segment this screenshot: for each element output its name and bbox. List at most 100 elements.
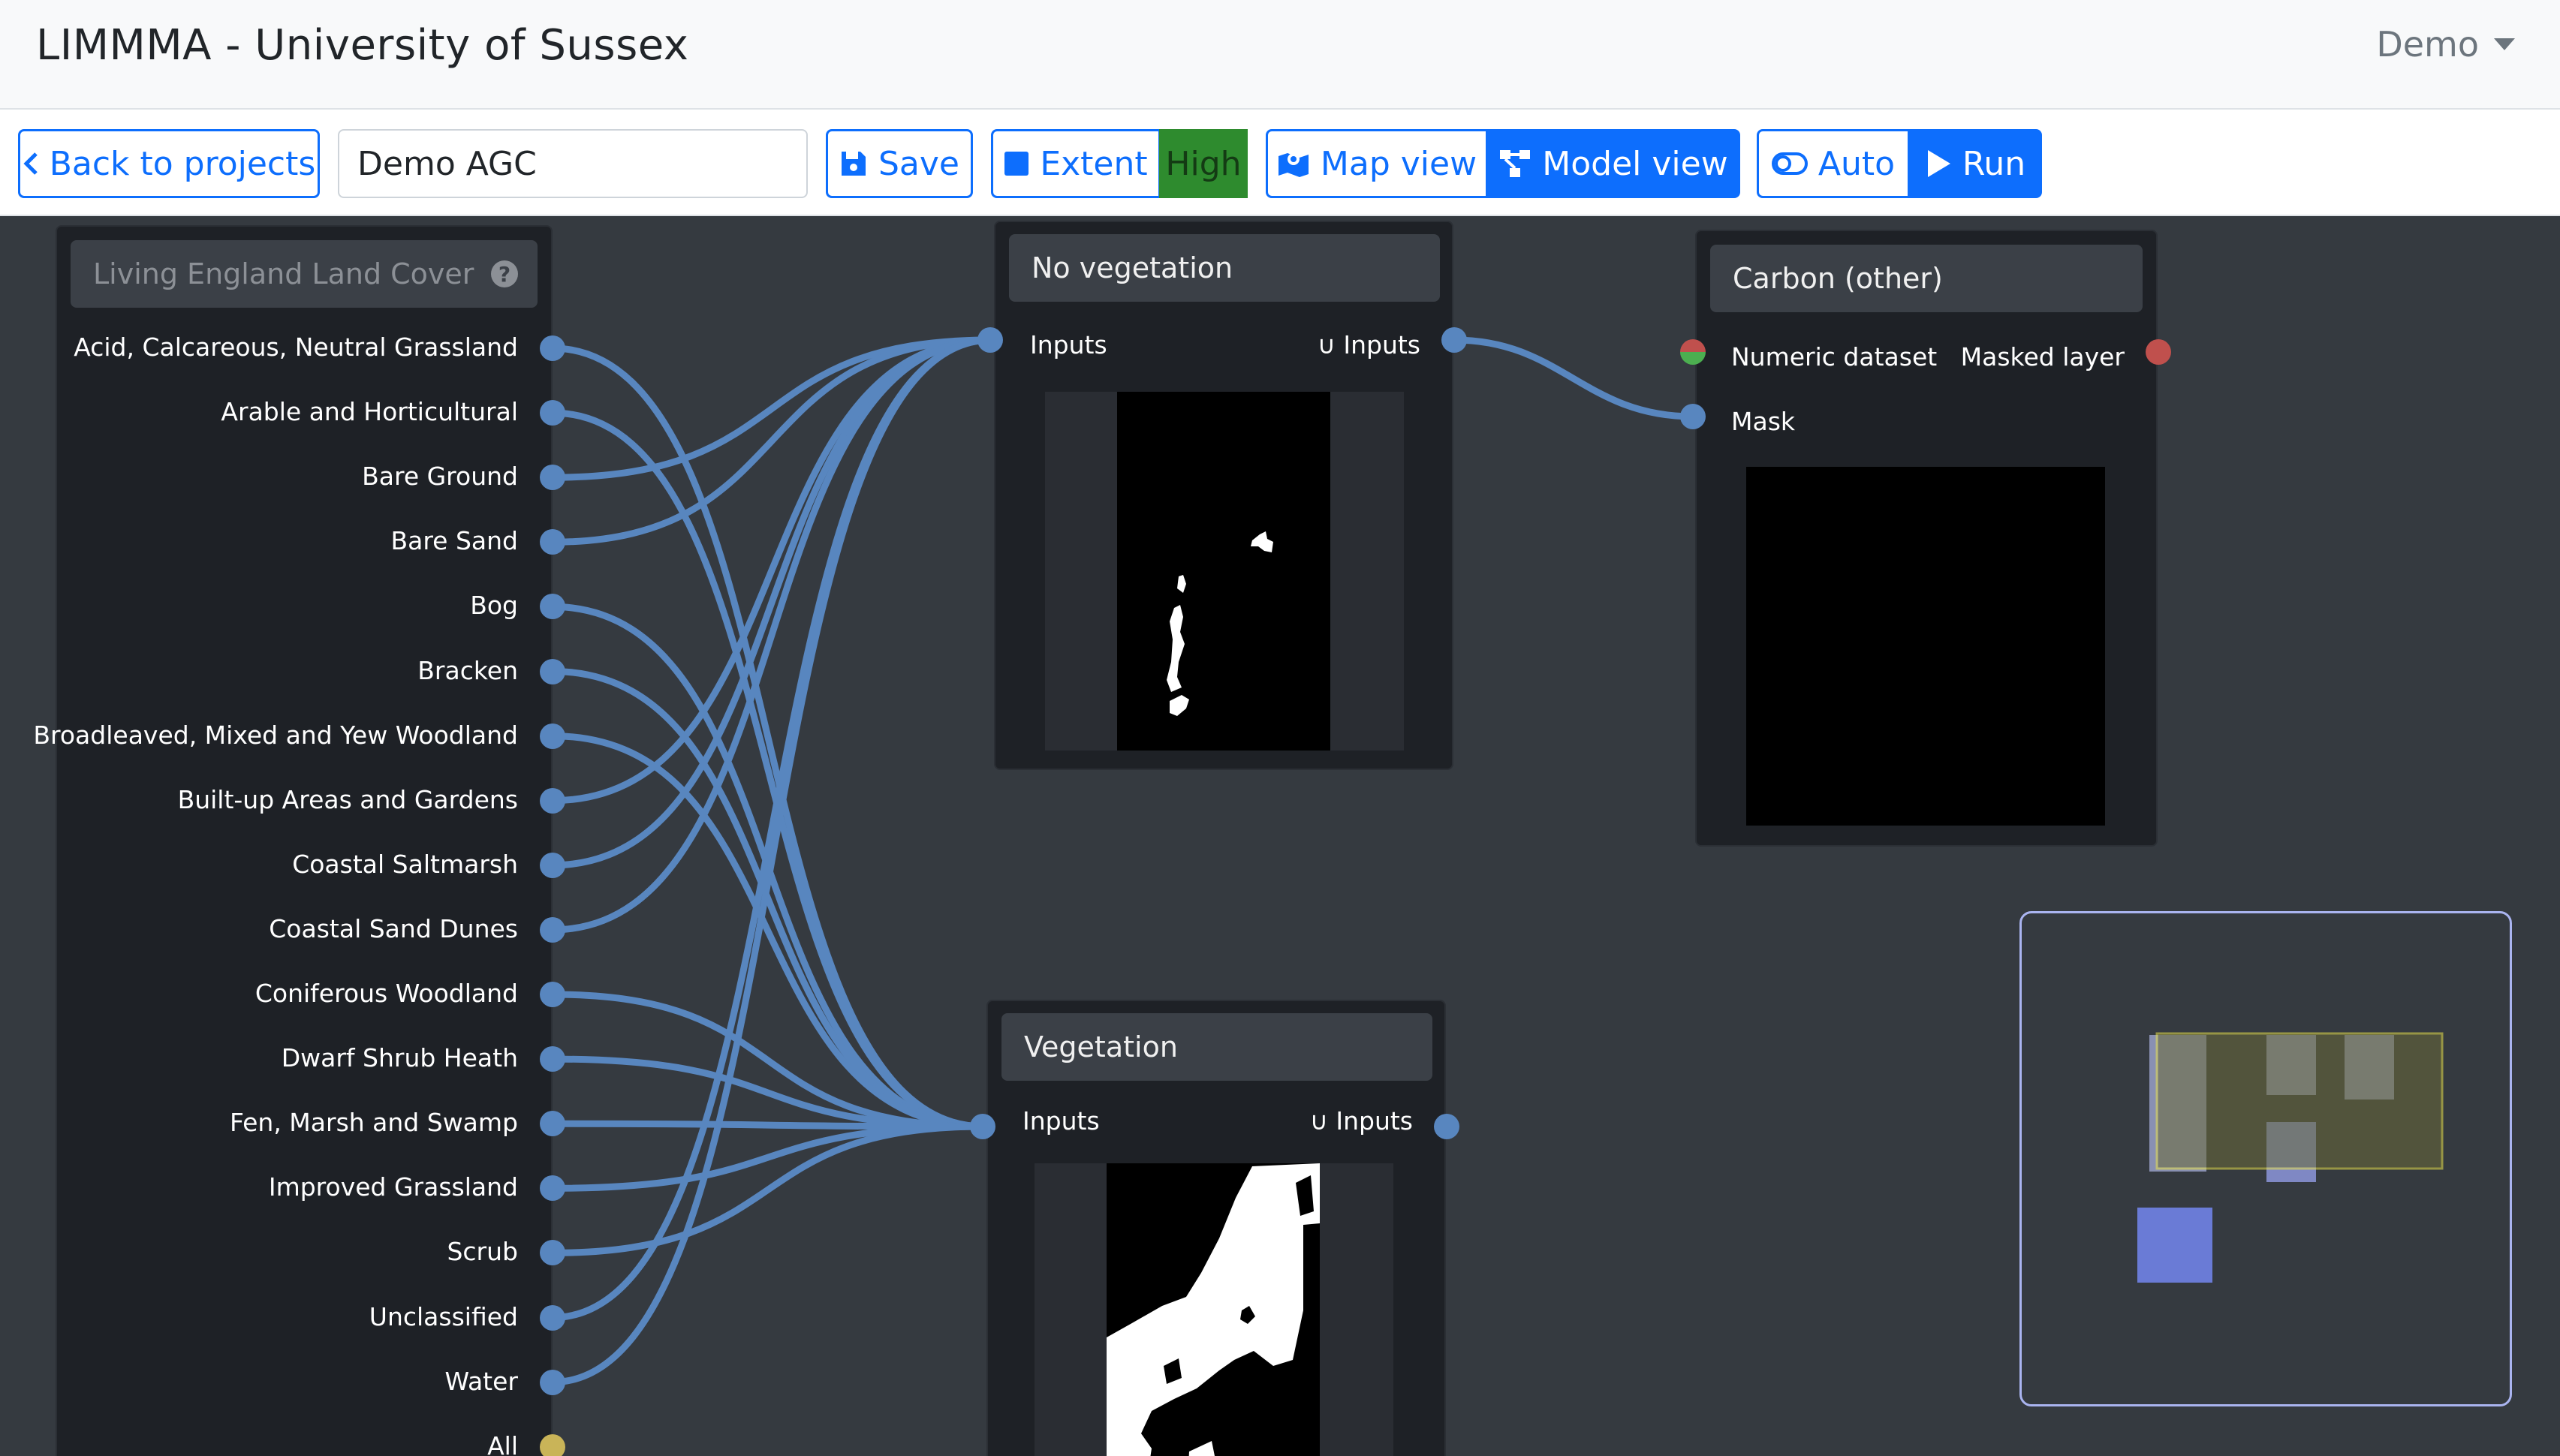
land-cover-output-label: Coastal Saltmarsh [292,849,518,879]
carbon-node-title: Carbon (other) [1733,262,1943,295]
land-cover-output-label: Unclassified [369,1301,518,1331]
vegetation-output-port[interactable] [1434,1114,1459,1139]
no-vegetation-node-title: No vegetation [1032,251,1233,284]
connection-wire[interactable] [552,1123,984,1192]
land-cover-output-label: Coastal Sand Dunes [269,913,518,943]
land-cover-node-header[interactable]: Living England Land Cover ? [71,240,538,308]
land-cover-output-label: Bare Ground [362,462,518,492]
vegetation-input-label: Inputs [1022,1106,1100,1136]
no-vegetation-output-label: ∪ Inputs [1317,330,1420,359]
save-button[interactable]: Save [826,129,973,198]
land-cover-output-label: All [487,1430,518,1456]
vegetation-input-port[interactable] [970,1114,995,1139]
carbon-node-header[interactable]: Carbon (other) [1710,245,2143,312]
land-cover-output-label: Coniferous Woodland [254,979,518,1008]
minimap[interactable] [2019,911,2512,1406]
carbon-preview [1746,467,2105,826]
land-cover-output-port[interactable] [540,465,565,491]
map-view-label: Map view [1320,144,1477,183]
land-cover-output-label: Bracken [417,655,518,685]
carbon-node[interactable]: Carbon (other) Numeric dataset Masked la… [1695,230,2158,847]
no-vegetation-node[interactable]: No vegetation Inputs ∪ Inputs [994,221,1453,770]
connection-wire[interactable] [552,733,984,1130]
quality-badge[interactable]: High [1159,129,1248,198]
auto-label: Auto [1818,144,1896,183]
no-vegetation-mask-shape [1167,531,1273,716]
no-vegetation-input-label: Inputs [1030,330,1107,359]
connection-wire[interactable] [552,336,992,481]
connection-wire[interactable] [1453,336,1694,420]
square-icon [1004,152,1029,176]
land-cover-output-label: Bog [470,591,518,621]
user-menu-label: Demo [2376,24,2479,65]
no-vegetation-preview-image [1117,392,1330,751]
chevron-down-icon [2494,38,2515,50]
toolbar: Back to projects Save Extent High Map vi… [0,110,2560,216]
carbon-numeric-input-label: Numeric dataset [1731,342,1938,372]
land-cover-output-port[interactable] [540,723,565,749]
no-vegetation-input-port[interactable] [977,327,1003,353]
chevron-left-icon [23,152,38,175]
vegetation-node-title: Vegetation [1024,1030,1178,1063]
vegetation-mask-shape [1107,1163,1320,1456]
connection-wire[interactable] [552,344,984,1130]
play-icon [1927,150,1950,177]
land-cover-output-port[interactable] [540,1369,565,1395]
app-header: LIMMMA - University of Sussex Demo [0,0,2560,110]
save-label: Save [878,144,959,183]
diagram-icon [1500,150,1531,177]
user-menu-dropdown[interactable]: Demo [2376,24,2515,65]
vegetation-preview [1035,1163,1393,1456]
land-cover-output-label: Bare Sand [390,526,518,556]
floppy-disk-icon [841,152,866,176]
carbon-numeric-input-port[interactable] [1680,339,1706,365]
vegetation-node[interactable]: Vegetation Inputs ∪ Inputs [986,1000,1446,1456]
land-cover-output-label: Improved Grassland [268,1172,518,1202]
vegetation-node-header[interactable]: Vegetation [1001,1013,1432,1081]
land-cover-output-port[interactable] [540,852,565,878]
model-canvas[interactable]: Living England Land Cover ? Acid, Calcar… [0,216,2560,1456]
land-cover-output-label: Built-up Areas and Gardens [177,784,518,814]
model-view-label: Model view [1542,144,1728,183]
project-name-input[interactable] [338,129,808,198]
land-cover-output-label: Dwarf Shrub Heath [281,1043,518,1073]
vegetation-output-label: ∪ Inputs [1309,1106,1413,1136]
connection-wire[interactable] [552,409,984,1130]
land-cover-output-port[interactable] [540,1433,565,1456]
connection-wire[interactable] [552,336,992,1386]
extent-label: Extent [1040,144,1148,183]
connection-wire[interactable] [552,336,992,1321]
minimap-view [2137,1032,2444,1283]
run-label: Run [1962,144,2026,183]
no-vegetation-preview [1045,392,1404,751]
land-cover-output-label: Broadleaved, Mixed and Yew Woodland [33,720,518,750]
auto-toggle-button[interactable]: Auto [1757,129,1910,198]
map-icon [1278,153,1309,177]
extent-button[interactable]: Extent [991,129,1161,198]
back-to-projects-label: Back to projects [49,144,316,183]
land-cover-output-port[interactable] [540,982,565,1007]
model-view-button[interactable]: Model view [1486,129,1740,198]
land-cover-output-port[interactable] [540,1046,565,1072]
land-cover-output-port[interactable] [540,1111,565,1137]
map-view-button[interactable]: Map view [1266,129,1488,198]
land-cover-output-label: Acid, Calcareous, Neutral Grassland [74,332,518,362]
land-cover-output-port[interactable] [540,658,565,684]
carbon-masked-output-port[interactable] [2146,339,2171,365]
land-cover-output-label: Water [444,1366,518,1396]
land-cover-output-port[interactable] [540,400,565,426]
land-cover-output-port[interactable] [540,787,565,814]
land-cover-output-port[interactable] [540,1304,565,1331]
help-icon[interactable]: ? [491,260,518,287]
carbon-mask-input-label: Mask [1731,407,1795,436]
back-to-projects-button[interactable]: Back to projects [18,129,320,198]
no-vegetation-node-header[interactable]: No vegetation [1009,234,1440,302]
no-vegetation-output-port[interactable] [1441,327,1467,353]
land-cover-output-port[interactable] [540,916,565,943]
carbon-masked-output-label: Masked layer [1960,342,2125,372]
land-cover-output-port[interactable] [540,335,565,361]
land-cover-output-label: Fen, Marsh and Swamp [229,1108,518,1138]
app-title: LIMMMA - University of Sussex [36,21,689,70]
carbon-mask-input-port[interactable] [1680,404,1706,429]
run-button[interactable]: Run [1908,129,2042,198]
